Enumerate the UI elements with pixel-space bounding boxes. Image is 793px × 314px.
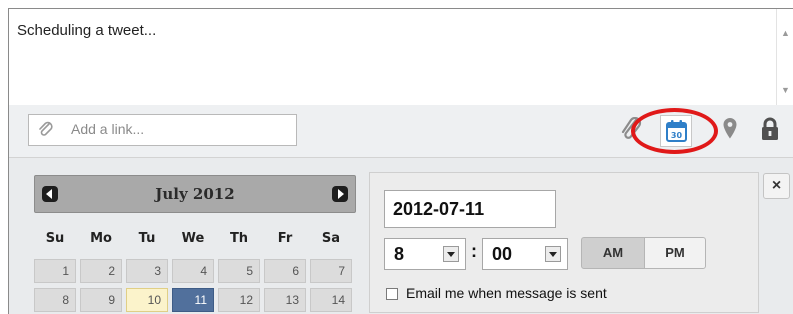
weekday-label: Sa <box>321 231 341 246</box>
message-scrollbar[interactable]: ▲ ▼ <box>776 9 793 105</box>
calendar-day[interactable]: 2 <box>80 259 122 283</box>
calendar-day[interactable]: 6 <box>264 259 306 283</box>
minute-select[interactable]: 00 <box>482 238 568 270</box>
am-button[interactable]: AM <box>581 237 645 269</box>
highlight-circle <box>631 108 718 154</box>
add-link-field[interactable] <box>28 114 297 146</box>
close-button[interactable]: × <box>763 173 790 199</box>
calendar-header: July 2012 <box>34 175 356 213</box>
pm-button[interactable]: PM <box>644 237 706 269</box>
email-checkbox[interactable] <box>386 288 398 300</box>
calendar-day[interactable]: 7 <box>310 259 352 283</box>
weekday-label: Mo <box>90 231 112 246</box>
link-paperclip-icon <box>37 121 55 144</box>
minute-value: 00 <box>492 244 513 264</box>
scroll-up-arrow-icon[interactable]: ▲ <box>781 28 790 38</box>
hour-value: 8 <box>394 244 405 264</box>
calendar-day[interactable]: 11 <box>172 288 214 312</box>
hour-select[interactable]: 8 <box>384 238 466 270</box>
weekday-label: We <box>181 231 205 246</box>
calendar-day[interactable]: 9 <box>80 288 122 312</box>
lock-icon[interactable] <box>760 117 780 146</box>
calendar-day[interactable]: 10 <box>126 288 168 312</box>
next-month-icon[interactable] <box>332 186 348 202</box>
weekday-label: Su <box>45 231 65 246</box>
message-textarea[interactable]: Scheduling a tweet... <box>9 9 793 105</box>
weekday-label: Tu <box>138 231 156 246</box>
calendar-day[interactable]: 8 <box>34 288 76 312</box>
add-link-input[interactable] <box>71 121 291 137</box>
calendar-day[interactable]: 13 <box>264 288 306 312</box>
calendar-day[interactable]: 1 <box>34 259 76 283</box>
minute-dropdown-arrow-icon[interactable] <box>545 246 561 262</box>
weekday-label: Th <box>229 231 249 246</box>
scroll-down-arrow-icon[interactable]: ▼ <box>781 85 790 95</box>
location-pin-icon[interactable] <box>722 117 738 146</box>
calendar-day[interactable]: 3 <box>126 259 168 283</box>
calendar-day[interactable]: 4 <box>172 259 214 283</box>
email-checkbox-label: Email me when message is sent <box>406 285 607 301</box>
calendar-day[interactable]: 5 <box>218 259 260 283</box>
hour-dropdown-arrow-icon[interactable] <box>443 246 459 262</box>
calendar-day[interactable]: 14 <box>310 288 352 312</box>
time-colon: : <box>471 241 477 261</box>
date-input[interactable] <box>384 190 556 228</box>
weekday-label: Fr <box>277 231 293 246</box>
calendar-day[interactable]: 12 <box>218 288 260 312</box>
calendar-month-title: July 2012 <box>155 185 235 203</box>
message-text: Scheduling a tweet... <box>17 22 157 39</box>
